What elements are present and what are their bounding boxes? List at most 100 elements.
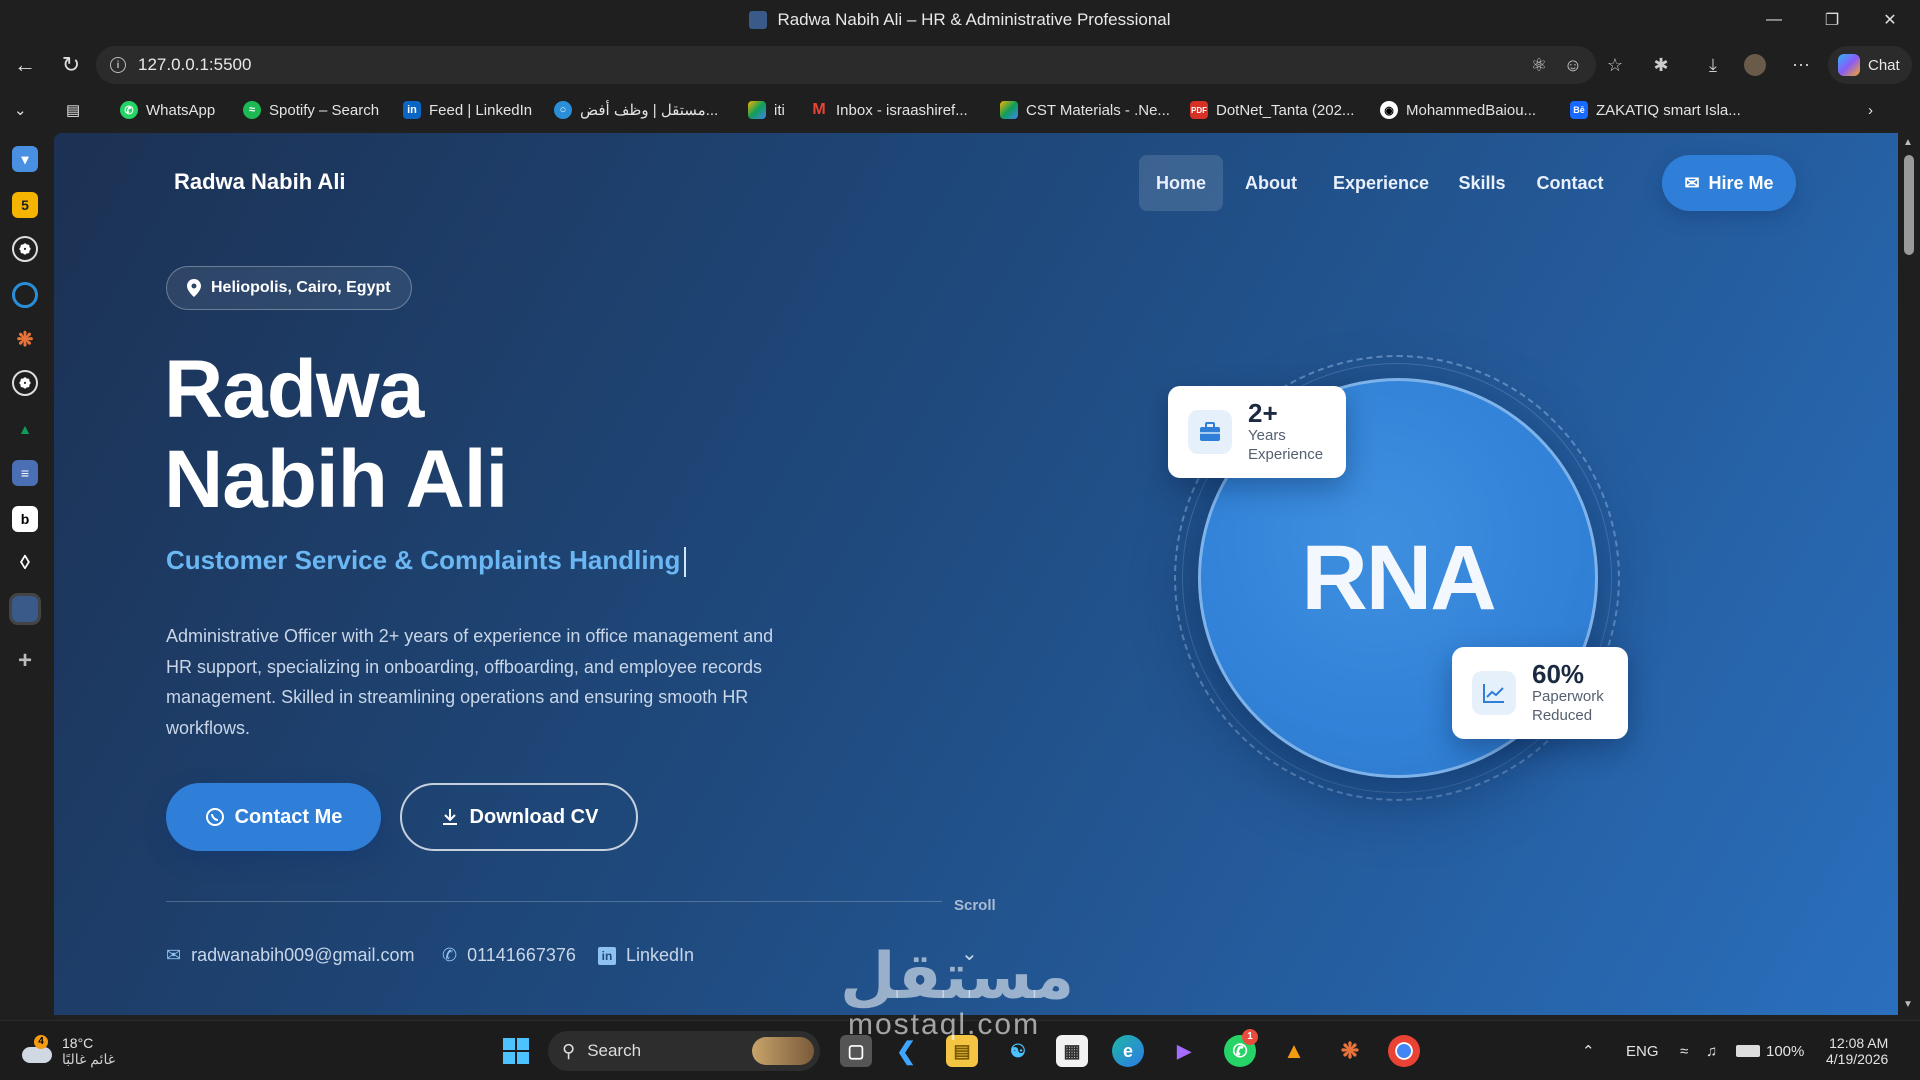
docs-tab-icon[interactable]: ≡	[12, 460, 38, 486]
restore-icon[interactable]: ❐	[1804, 0, 1860, 40]
claude-tab-icon[interactable]: ❋	[12, 326, 38, 352]
page-scrollbar[interactable]: ▲ ▼	[1898, 133, 1920, 1015]
gmail-icon: M	[812, 101, 826, 118]
bookmark-whatsapp[interactable]: ✆ WhatsApp	[120, 90, 215, 130]
hire-me-button[interactable]: ✉ Hire Me	[1662, 155, 1796, 211]
copilot-chat-button[interactable]: Chat	[1828, 46, 1912, 84]
bookmark-zakatiq[interactable]: Bē ZAKATIQ smart Isla...	[1570, 90, 1741, 130]
hero-name-line1: Radwa	[164, 344, 424, 435]
whatsapp-icon: ✆	[120, 101, 138, 119]
nav-about[interactable]: About	[1231, 155, 1311, 211]
refresh-icon[interactable]: ↻	[54, 48, 88, 82]
bookmark-spotify[interactable]: ≈ Spotify – Search	[243, 90, 379, 130]
search-label: Search	[587, 1041, 642, 1060]
more-menu-icon[interactable]: ⋯	[1788, 52, 1814, 78]
bookmark-gmail[interactable]: M Inbox - israashiref...	[810, 90, 968, 130]
page-favicon-icon	[749, 11, 768, 29]
window-title: Radwa Nabih Ali – HR & Administrative Pr…	[749, 10, 1171, 30]
profile-avatar[interactable]	[1742, 52, 1768, 78]
hero-bio: Administrative Officer with 2+ years of …	[166, 626, 774, 738]
contact-linkedin[interactable]: in LinkedIn	[598, 945, 694, 966]
html5-tab-icon[interactable]: 5	[12, 192, 38, 218]
wifi-icon[interactable]: ≈	[1680, 1021, 1688, 1080]
scrollbar-thumb[interactable]	[1904, 155, 1914, 255]
stat-value: 60%	[1532, 659, 1585, 689]
close-icon[interactable]: ✕	[1862, 0, 1918, 40]
stat-label-line2: Experience	[1248, 446, 1324, 463]
bookmark-label: MohammedBaiou...	[1406, 101, 1537, 119]
site-info-icon[interactable]: i	[110, 57, 126, 73]
edge-browser-icon[interactable]: e	[1112, 1035, 1144, 1067]
scroll-up-arrow-icon[interactable]: ▲	[1903, 137, 1913, 148]
mostaql-tab-icon[interactable]	[12, 282, 38, 308]
github-icon: ◉	[1380, 101, 1398, 119]
windows-start-icon[interactable]	[500, 1035, 532, 1067]
tab-actions-icon[interactable]: ⌄	[14, 90, 27, 130]
bookmark-github[interactable]: ◉ MohammedBaiou...	[1380, 90, 1536, 130]
chatgpt-tab-icon[interactable]: ❁	[12, 236, 38, 262]
drive-icon	[1000, 101, 1018, 119]
ms-store-icon[interactable]: ▦	[1056, 1035, 1088, 1067]
bolt-tab-icon[interactable]: b	[12, 506, 38, 532]
scroll-down-arrow-icon[interactable]: ▼	[1903, 999, 1913, 1010]
whatsapp-app-icon[interactable]: ✆ 1	[1224, 1029, 1258, 1067]
chrome-icon[interactable]	[1388, 1035, 1420, 1067]
contact-me-button[interactable]: Contact Me	[166, 783, 381, 851]
translate-icon[interactable]: ⚛	[1526, 52, 1552, 78]
bookmark-mostaql[interactable]: ○ مستقل | وظف أفض...	[554, 90, 718, 130]
bookmark-label: CST Materials - .Ne...	[1026, 101, 1170, 119]
bookmark-label: iti	[774, 101, 785, 119]
drive-tab-icon[interactable]: ▲	[12, 416, 38, 442]
new-tab-plus-icon[interactable]: +	[12, 647, 38, 674]
minimize-icon[interactable]: —	[1746, 0, 1802, 40]
nav-skills[interactable]: Skills	[1449, 155, 1515, 211]
weather-widget[interactable]: 4 18°C غائم غالبًا	[20, 1021, 115, 1080]
bookmark-iti[interactable]: iti	[748, 90, 785, 130]
contact-email[interactable]: ✉ radwanabih009@gmail.com	[166, 945, 415, 966]
claude-app-icon[interactable]: ❋	[1334, 1035, 1366, 1067]
bookmark-label: Feed | LinkedIn	[429, 101, 533, 119]
downloads-icon[interactable]: ⤓	[1700, 52, 1726, 78]
bookmark-label: WhatsApp	[146, 101, 216, 119]
favorite-star-icon[interactable]: ☆	[1602, 52, 1628, 78]
chatgpt-tab-icon[interactable]: ❁	[12, 370, 38, 396]
url-text[interactable]: 127.0.0.1:5500	[138, 55, 251, 75]
globe-tab-icon[interactable]: ◊	[12, 550, 38, 576]
bookmark-linkedin[interactable]: in Feed | LinkedIn	[403, 90, 532, 130]
taskbar-search[interactable]: ⚲ Search	[548, 1031, 820, 1071]
weather-desc: غائم غالبًا	[62, 1050, 116, 1067]
behance-icon: Bē	[1570, 101, 1588, 119]
dropdown-tab-icon[interactable]: ▾	[12, 146, 38, 172]
volume-icon[interactable]: ♫	[1706, 1021, 1717, 1080]
contact-phone[interactable]: ✆ 01141667376	[442, 945, 576, 966]
battery-indicator[interactable]: 100%	[1736, 1021, 1804, 1080]
briefcase-icon	[1188, 410, 1232, 454]
portfolio-tab-icon[interactable]	[9, 593, 41, 625]
bookmarks-overflow-chevron-icon[interactable]: ›	[1868, 90, 1873, 130]
nav-experience[interactable]: Experience	[1321, 155, 1441, 211]
input-language[interactable]: ENG	[1626, 1021, 1659, 1080]
stat-value: 2+	[1248, 398, 1278, 428]
system-clock[interactable]: 12:08 AM 4/19/2026	[1826, 1021, 1888, 1080]
chart-trend-icon	[1472, 671, 1516, 715]
site-brand[interactable]: Radwa Nabih Ali	[174, 169, 346, 195]
extensions-icon[interactable]: ✱	[1648, 52, 1674, 78]
back-arrow-icon[interactable]: ←	[8, 48, 42, 82]
bookmark-label: Inbox - israashiref...	[836, 101, 968, 119]
reader-icon[interactable]: ☺	[1560, 52, 1586, 78]
scroll-indicator-label[interactable]: Scroll	[954, 897, 996, 914]
bookmark-cst[interactable]: CST Materials - .Ne...	[1000, 90, 1170, 130]
stat-card-paperwork: 60% Paperwork Reduced	[1452, 647, 1628, 739]
vlc-icon[interactable]: ▲	[1278, 1035, 1310, 1067]
nav-contact[interactable]: Contact	[1523, 155, 1617, 211]
url-bar[interactable]: i 127.0.0.1:5500	[96, 46, 1596, 84]
bookmark-dotnet[interactable]: PDF DotNet_Tanta (202...	[1190, 90, 1354, 130]
nav-home[interactable]: Home	[1139, 155, 1223, 211]
envelope-icon: ✉	[1684, 172, 1700, 193]
collections-icon[interactable]: ▤	[66, 90, 80, 130]
visual-studio-icon[interactable]: ▶	[1168, 1035, 1200, 1067]
vertical-tabs-strip: ▾ 5 ❁ ❋ ❁ ▲ ≡ b ◊ +	[0, 130, 52, 1020]
download-cv-button[interactable]: Download CV	[400, 783, 638, 851]
hire-me-label: Hire Me	[1708, 172, 1774, 193]
tray-overflow-chevron-icon[interactable]: ⌃	[1582, 1021, 1595, 1080]
